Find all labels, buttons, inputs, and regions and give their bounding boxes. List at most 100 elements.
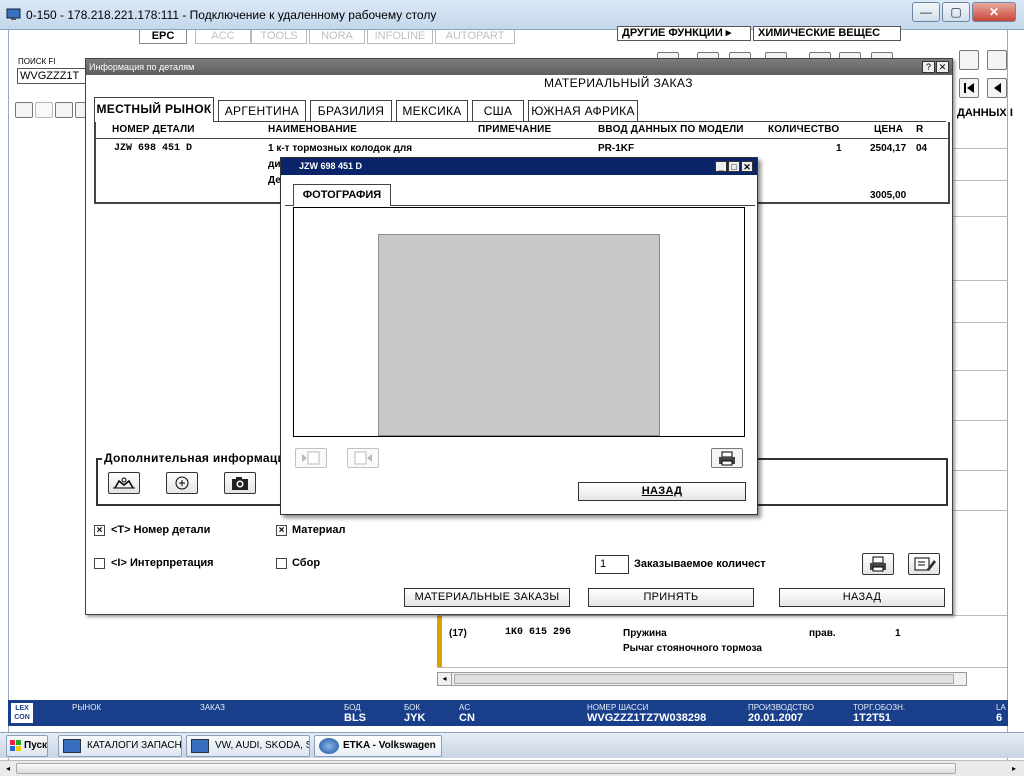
row-price: 2504,17 bbox=[870, 143, 907, 154]
row-name-line2: ди bbox=[268, 159, 281, 170]
start-label: Пуск bbox=[24, 740, 48, 751]
search-input[interactable]: WVGZZZ1T bbox=[17, 68, 95, 84]
print-icon[interactable] bbox=[862, 553, 894, 575]
tab-tools[interactable]: TOOLS bbox=[251, 30, 307, 44]
tab-epc[interactable]: EPC bbox=[139, 30, 187, 44]
photo-close-button[interactable]: ✕ bbox=[741, 161, 753, 172]
part-number-checkbox[interactable]: × bbox=[94, 525, 105, 536]
add-part-icon[interactable] bbox=[166, 472, 198, 494]
tab-brazil[interactable]: БРАЗИЛИЯ bbox=[310, 100, 392, 121]
photo-frame bbox=[293, 207, 745, 437]
order-label: ЗАКАЗ bbox=[200, 703, 225, 712]
prev-page-icon[interactable] bbox=[987, 78, 1007, 98]
data-header-fragment: ДАННЫХ I bbox=[957, 107, 1013, 119]
task-catalogs-label: КАТАЛОГИ ЗАПАСН... bbox=[87, 740, 182, 751]
scroll-right-icon[interactable]: ▸ bbox=[1008, 763, 1020, 775]
photo-maximize-button[interactable]: □ bbox=[728, 161, 740, 172]
header-line bbox=[96, 138, 948, 139]
market-label: РЫНОК bbox=[72, 703, 102, 712]
tab-mexico[interactable]: МЕКСИКА bbox=[396, 100, 468, 121]
dialog-title: Информация по деталям bbox=[89, 62, 195, 72]
part-number-check-label: <T> Номер детали bbox=[111, 524, 211, 536]
photo-back-button[interactable]: НАЗАД bbox=[578, 482, 746, 501]
help-button[interactable]: ? bbox=[922, 61, 935, 73]
maximize-button[interactable]: ▢ bbox=[942, 2, 970, 22]
dialog-back-button[interactable]: НАЗАД bbox=[779, 588, 945, 607]
rdp-horizontal-scrollbar[interactable]: ◂ ▸ bbox=[0, 760, 1024, 776]
next-photo-icon[interactable] bbox=[347, 448, 379, 468]
bg-part-number[interactable]: 1K0 615 296 bbox=[505, 627, 571, 638]
task-vw-audi[interactable]: VW, AUDI, SKODA, S... bbox=[186, 735, 310, 757]
list-divider bbox=[952, 180, 1008, 181]
chassis-label: НОМЕР ШАССИ bbox=[587, 703, 649, 712]
search-label: ПОИСК FI bbox=[18, 57, 56, 66]
first-page-icon[interactable] bbox=[959, 78, 979, 98]
row-name: 1 к-т тормозных колодок для bbox=[268, 143, 413, 154]
scroll-thumb[interactable] bbox=[454, 674, 954, 684]
row-total: 3005,00 bbox=[870, 190, 907, 201]
photo-print-icon[interactable] bbox=[711, 448, 743, 468]
tab-photo[interactable]: ФОТОГРАФИЯ bbox=[293, 184, 391, 206]
start-button[interactable]: Пуск bbox=[6, 735, 48, 757]
bg-part-name-2: Рычаг стояночного тормоза bbox=[623, 643, 762, 654]
assembly-check-label: Сбор bbox=[292, 557, 321, 569]
zoom-fit-icon[interactable] bbox=[55, 102, 73, 118]
zoom-in-icon[interactable] bbox=[15, 102, 33, 118]
camera-icon[interactable] bbox=[224, 472, 256, 494]
col-quantity: КОЛИЧЕСТВО bbox=[768, 124, 840, 135]
material-checkbox[interactable]: × bbox=[276, 525, 287, 536]
tab-local-market[interactable]: МЕСТНЫЙ РЫНОК bbox=[94, 97, 214, 122]
list-divider bbox=[952, 216, 1008, 217]
close-window-button[interactable]: ✕ bbox=[972, 2, 1016, 22]
page-icon[interactable] bbox=[959, 50, 979, 70]
exploded-view-icon[interactable] bbox=[108, 472, 140, 494]
tab-infoline[interactable]: INFOLINE bbox=[367, 30, 433, 44]
zoom-out-icon[interactable] bbox=[35, 102, 53, 118]
chemicals-menu[interactable]: ХИМИЧЕСКИЕ ВЕЩЕС bbox=[753, 26, 901, 41]
col-part-number: НОМЕР ДЕТАЛИ bbox=[112, 124, 195, 135]
row-model: PR-1KF bbox=[598, 143, 635, 154]
tab-south-africa[interactable]: ЮЖНАЯ АФРИКА bbox=[528, 100, 638, 121]
tab-autopart[interactable]: AUTOPART bbox=[435, 30, 515, 44]
scroll-left-icon[interactable]: ◂ bbox=[438, 673, 452, 685]
tab-nora[interactable]: NORA bbox=[309, 30, 365, 44]
assembly-checkbox[interactable] bbox=[276, 558, 287, 569]
trade-value: 1T2T51 bbox=[853, 712, 891, 724]
prev-photo-icon[interactable] bbox=[295, 448, 327, 468]
production-value: 20.01.2007 bbox=[748, 712, 804, 724]
photo-title: JZW 698 451 D bbox=[299, 161, 363, 171]
photo-title-bar: JZW 698 451 D _ □ ✕ bbox=[281, 158, 757, 175]
edge-value: 6 bbox=[996, 712, 1003, 724]
interpretation-checkbox[interactable] bbox=[94, 558, 105, 569]
list-icon[interactable] bbox=[987, 50, 1007, 70]
taskbar: Пуск КАТАЛОГИ ЗАПАСН... VW, AUDI, SKODA,… bbox=[0, 732, 1024, 758]
app-window-icon bbox=[191, 739, 209, 753]
row-part-number[interactable]: JZW 698 451 D bbox=[114, 143, 192, 154]
order-qty-input[interactable]: 1 bbox=[595, 555, 629, 574]
row-r: 04 bbox=[916, 143, 928, 154]
col-price: ЦЕНА bbox=[874, 124, 904, 135]
tab-acc[interactable]: ACC bbox=[195, 30, 251, 44]
task-vw-label: VW, AUDI, SKODA, S... bbox=[215, 740, 309, 751]
task-catalogs[interactable]: КАТАЛОГИ ЗАПАСН... bbox=[58, 735, 182, 757]
tab-usa[interactable]: США bbox=[472, 100, 524, 121]
scroll-left-icon[interactable]: ◂ bbox=[2, 763, 14, 775]
list-divider bbox=[952, 510, 1008, 511]
tab-argentina[interactable]: АРГЕНТИНА bbox=[218, 100, 306, 121]
task-etka[interactable]: ETKA - Volkswagen bbox=[314, 735, 442, 757]
other-functions-menu[interactable]: ДРУГИЕ ФУНКЦИИ ▸ bbox=[617, 26, 751, 41]
rdp-title: 0-150 - 178.218.221.178:111 - Подключени… bbox=[26, 8, 437, 22]
brake-pads-photo bbox=[378, 234, 660, 436]
list-scrollbar[interactable]: ◂ bbox=[437, 672, 967, 686]
photo-minimize-button[interactable]: _ bbox=[715, 161, 727, 172]
accept-button[interactable]: ПРИНЯТЬ bbox=[588, 588, 754, 607]
task-etka-label: ETKA - Volkswagen bbox=[343, 740, 436, 751]
dialog-close-button[interactable]: ✕ bbox=[936, 61, 949, 73]
edit-icon[interactable] bbox=[908, 553, 940, 575]
minimize-button[interactable]: — bbox=[912, 2, 940, 22]
list-divider bbox=[952, 280, 1008, 281]
material-orders-button[interactable]: МАТЕРИАЛЬНЫЕ ЗАКАЗЫ bbox=[404, 588, 570, 607]
bg-part-qty: 1 bbox=[895, 628, 901, 639]
rdp-scroll-thumb[interactable] bbox=[16, 763, 956, 774]
dialog-title-bar: Информация по деталям ? ✕ bbox=[86, 59, 952, 75]
